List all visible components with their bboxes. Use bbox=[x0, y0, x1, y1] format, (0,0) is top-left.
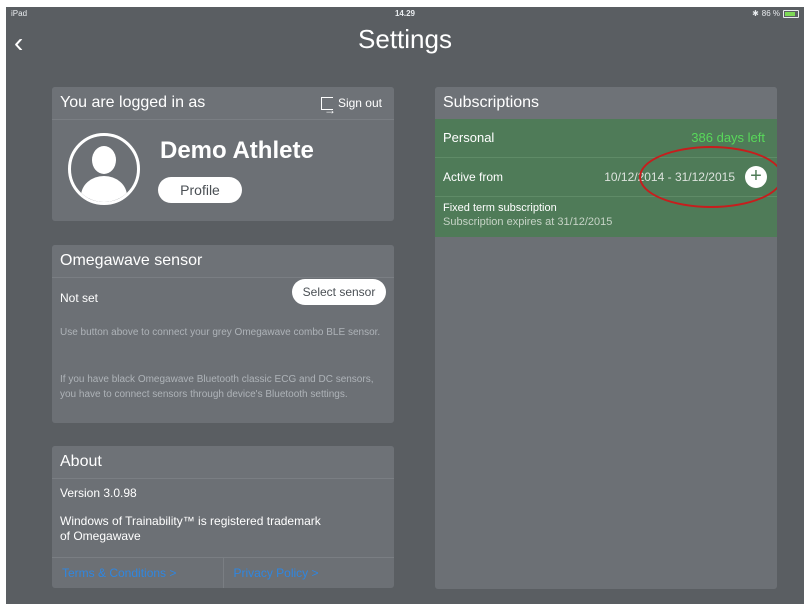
terms-link[interactable]: Terms & Conditions > bbox=[52, 558, 223, 588]
status-right: ✱ 86 % bbox=[752, 9, 799, 18]
select-sensor-button[interactable]: Select sensor bbox=[292, 279, 386, 305]
about-header: About bbox=[52, 446, 394, 479]
login-panel: You are logged in as Sign out Demo Athle… bbox=[52, 87, 394, 221]
about-panel: About Version 3.0.98 Windows of Trainabi… bbox=[52, 446, 394, 588]
sensor-help-classic: If you have black Omegawave Bluetooth cl… bbox=[60, 374, 374, 400]
bluetooth-icon: ✱ bbox=[752, 9, 759, 18]
version-text: Version 3.0.98 bbox=[60, 486, 137, 500]
page-title: Settings bbox=[358, 24, 452, 54]
battery-percent: 86 % bbox=[761, 9, 780, 18]
sign-out-label: Sign out bbox=[337, 96, 382, 110]
subscriptions-panel: Subscriptions Personal 386 days left Act… bbox=[435, 87, 777, 589]
fixed-term-label: Fixed term subscription bbox=[443, 202, 557, 214]
trademark-text: Windows of Trainability™ is registered t… bbox=[60, 514, 321, 543]
sensor-help-ble: Use button above to connect your grey Om… bbox=[60, 327, 381, 338]
about-links: Terms & Conditions > Privacy Policy > bbox=[52, 557, 394, 588]
expires-label: Subscription expires at 31/12/2015 bbox=[443, 216, 613, 228]
sensor-panel: Omegawave sensor Not set Select sensor U… bbox=[52, 245, 394, 423]
sensor-header: Omegawave sensor bbox=[52, 245, 394, 278]
profile-button[interactable]: Profile bbox=[158, 177, 242, 203]
battery-icon bbox=[783, 9, 799, 18]
highlight-annotation bbox=[639, 146, 777, 208]
sign-out-icon bbox=[320, 94, 336, 126]
login-header-label: You are logged in as bbox=[60, 94, 206, 111]
subscription-type: Personal bbox=[443, 130, 495, 145]
settings-screen: iPad 14.29 ✱ 86 % ‹ Settings You are log… bbox=[6, 7, 804, 604]
status-bar: iPad 14.29 ✱ 86 % bbox=[6, 7, 804, 21]
avatar bbox=[68, 133, 140, 205]
sensor-status: Not set bbox=[60, 291, 99, 305]
login-header: You are logged in as Sign out bbox=[52, 87, 394, 126]
subscriptions-header: Subscriptions bbox=[435, 87, 777, 120]
user-name: Demo Athlete bbox=[160, 137, 314, 164]
days-left: 386 days left bbox=[691, 130, 765, 145]
active-from-label: Active from bbox=[443, 170, 504, 184]
privacy-link[interactable]: Privacy Policy > bbox=[222, 558, 395, 588]
clock: 14.29 bbox=[394, 9, 416, 18]
sign-out-button[interactable]: Sign out bbox=[320, 87, 382, 126]
